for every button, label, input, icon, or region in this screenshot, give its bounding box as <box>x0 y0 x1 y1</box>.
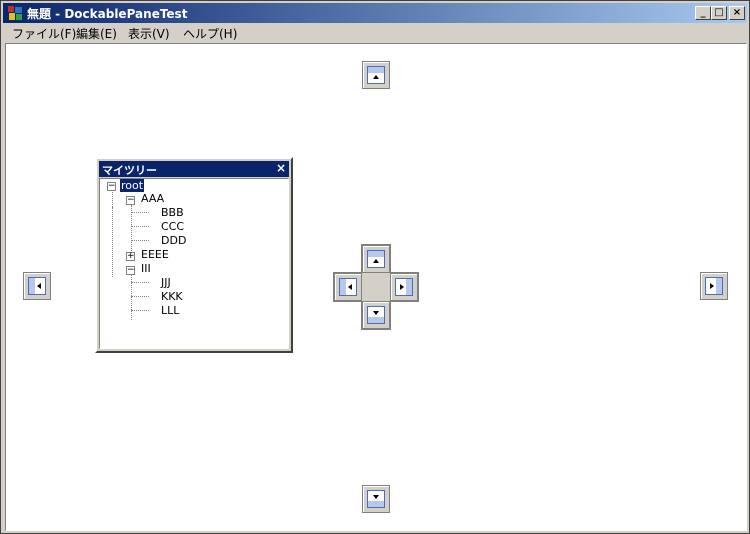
expander-iii[interactable]: − <box>126 266 135 275</box>
arrow-up-icon <box>373 75 379 79</box>
tree-guide <box>131 296 149 297</box>
dock-top-target[interactable] <box>362 61 390 89</box>
dock-right-band <box>716 278 722 294</box>
center-dock-right[interactable] <box>390 273 418 301</box>
tree-node-lll[interactable]: LLL <box>161 304 179 317</box>
center-dock-bottom[interactable] <box>362 301 390 329</box>
tree-node-aaa[interactable]: AAA <box>141 192 164 205</box>
expander-aaa[interactable]: − <box>126 196 135 205</box>
tree-guide <box>131 212 149 213</box>
tree-guide <box>131 310 149 311</box>
tree-node-jjj[interactable]: JJJ <box>161 276 171 289</box>
dock-top-band <box>368 67 384 73</box>
menu-edit[interactable]: 編集(E) <box>76 25 117 42</box>
pane-title: マイツリー <box>102 164 157 177</box>
menu-help[interactable]: ヘルプ(H) <box>183 25 237 42</box>
tree-node-kkk[interactable]: KKK <box>161 290 183 303</box>
window-title: 無題 - DockablePaneTest <box>27 7 188 21</box>
expander-eeee[interactable]: + <box>126 252 135 261</box>
floating-tree-pane[interactable]: マイツリー × − root − AAA BBB CCC DDD + EEEE … <box>95 157 293 353</box>
arrow-left-icon <box>37 283 41 289</box>
tree-node-ccc[interactable]: CCC <box>161 220 184 233</box>
tree-guide <box>131 240 149 241</box>
dock-center-guide <box>333 244 419 330</box>
arrow-down-icon <box>373 495 379 499</box>
expander-root[interactable]: − <box>107 182 116 191</box>
pane-close-button[interactable]: × <box>276 161 286 175</box>
dock-bottom-band <box>368 501 384 507</box>
minimize-button[interactable]: _ <box>695 6 711 20</box>
arrow-up-icon <box>373 259 379 263</box>
dock-right-target[interactable] <box>700 272 728 300</box>
menu-view[interactable]: 表示(V) <box>128 25 170 42</box>
dock-left-band <box>29 278 35 294</box>
cross-center <box>362 273 390 301</box>
center-left-band <box>340 279 346 295</box>
menu-file[interactable]: ファイル(F) <box>12 25 76 42</box>
tree-node-root[interactable]: root <box>120 179 145 192</box>
maximize-button[interactable]: □ <box>711 6 727 20</box>
main-window: 無題 - DockablePaneTest _ □ × ファイル(F) 編集(E… <box>0 0 750 534</box>
center-top-band <box>368 251 384 257</box>
menu-bar: ファイル(F) 編集(E) 表示(V) ヘルプ(H) <box>3 23 747 43</box>
tree-guide <box>112 207 113 277</box>
dock-left-target[interactable] <box>23 272 51 300</box>
dock-bottom-target[interactable] <box>362 485 390 513</box>
arrow-right-icon <box>710 283 714 289</box>
arrow-right-icon <box>400 284 404 290</box>
tree-guide <box>131 282 149 283</box>
tree-guide <box>131 226 149 227</box>
arrow-down-icon <box>373 311 379 315</box>
center-bottom-band <box>368 317 384 323</box>
pane-caption[interactable]: マイツリー × <box>99 161 289 177</box>
center-dock-left[interactable] <box>334 273 362 301</box>
arrow-left-icon <box>348 284 352 290</box>
tree-guide <box>112 190 113 207</box>
close-button[interactable]: × <box>729 6 745 20</box>
tree-node-bbb[interactable]: BBB <box>161 206 184 219</box>
tree-view[interactable]: − root − AAA BBB CCC DDD + EEEE − III JJ… <box>99 178 289 349</box>
center-right-band <box>406 279 412 295</box>
center-dock-top[interactable] <box>362 245 390 273</box>
title-bar[interactable]: 無題 - DockablePaneTest _ □ × <box>3 3 747 23</box>
tree-node-iii[interactable]: III <box>141 262 151 275</box>
tree-node-ddd[interactable]: DDD <box>161 234 186 247</box>
tree-node-eeee[interactable]: EEEE <box>141 248 169 261</box>
app-icon <box>8 6 22 20</box>
tree-guide <box>131 274 132 320</box>
